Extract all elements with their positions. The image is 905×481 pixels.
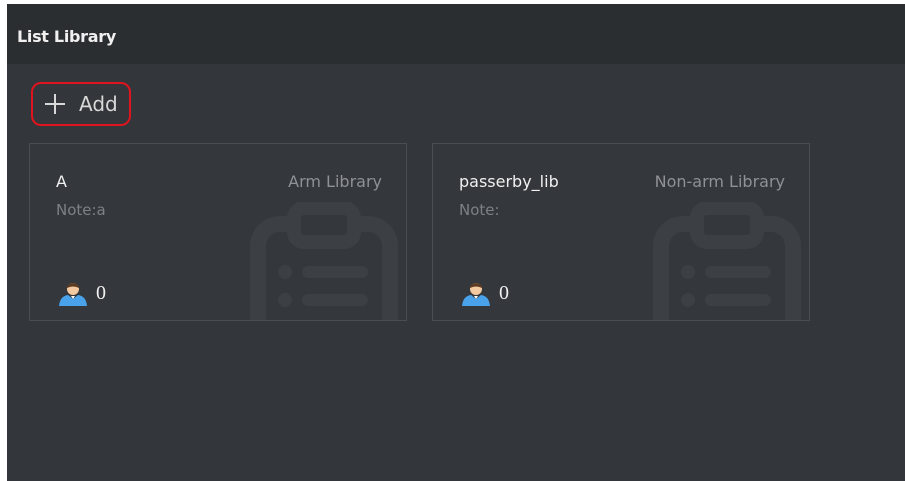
member-count-value: 0	[499, 282, 509, 304]
library-note: Note:	[459, 201, 500, 219]
clipboard-icon	[653, 202, 801, 320]
add-button-label: Add	[79, 92, 118, 116]
panel-header: List Library	[7, 4, 905, 64]
library-note: Note:a	[56, 201, 106, 219]
library-card-passerby[interactable]: passerby_lib Non-arm Library Note: 0	[432, 143, 810, 321]
clipboard-icon	[250, 202, 398, 320]
library-type: Non-arm Library	[654, 172, 785, 191]
library-card-a[interactable]: A Arm Library Note:a 0	[29, 143, 407, 321]
plus-icon	[45, 94, 65, 114]
add-library-button[interactable]: Add	[31, 82, 131, 126]
library-type: Arm Library	[288, 172, 382, 191]
library-name: passerby_lib	[459, 172, 559, 191]
person-icon	[462, 283, 490, 306]
list-library-panel: List Library Add A Arm Library Note:a 0	[7, 4, 905, 481]
person-icon	[59, 283, 87, 306]
member-count-value: 0	[96, 282, 106, 304]
panel-title: List Library	[17, 27, 116, 46]
library-name: A	[56, 172, 67, 191]
